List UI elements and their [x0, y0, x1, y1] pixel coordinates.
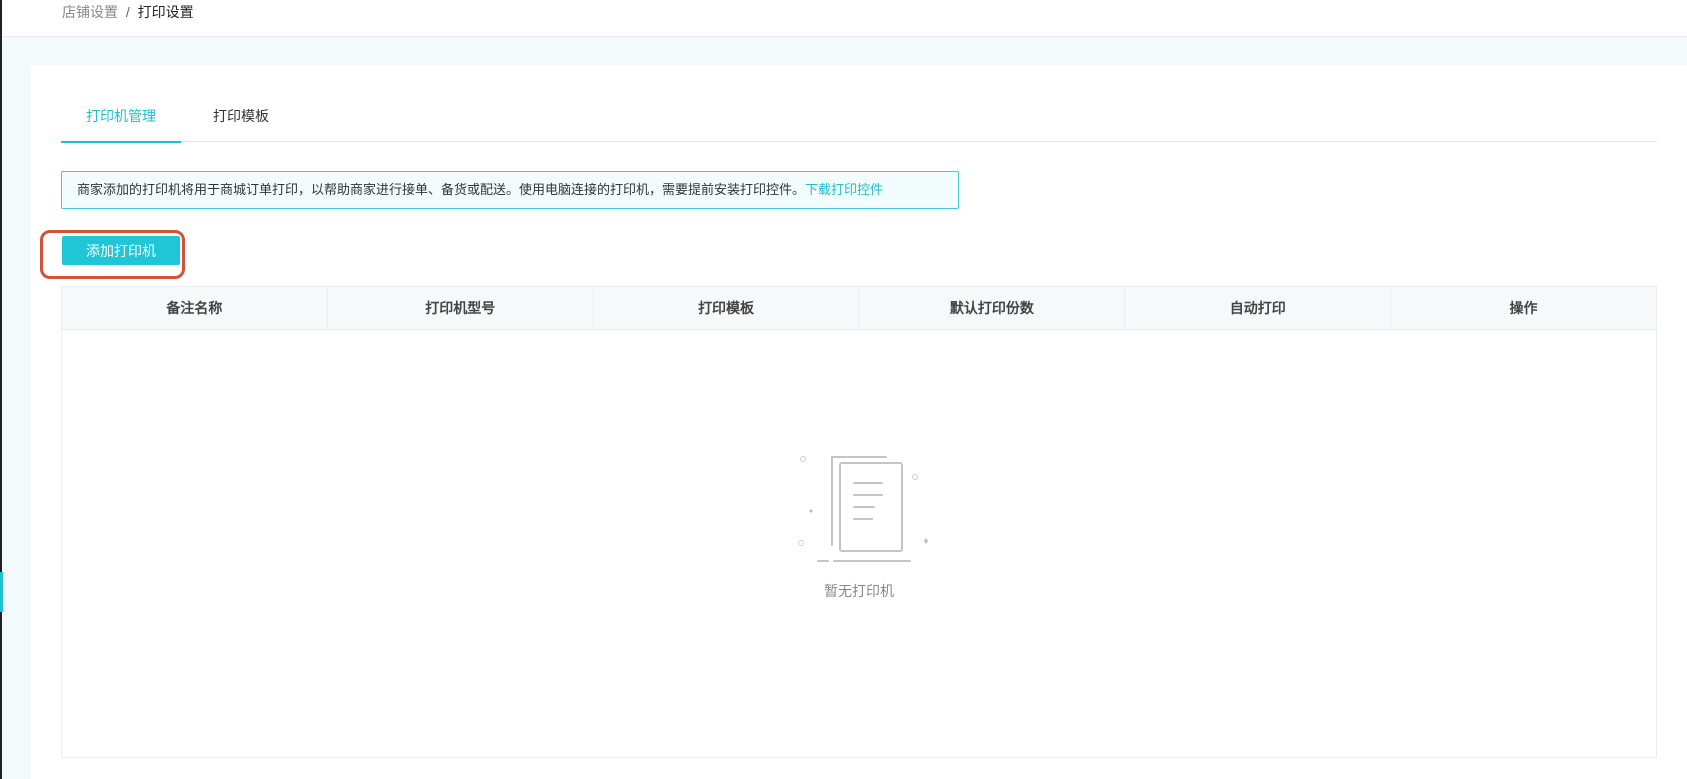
tab-bar: 打印机管理 打印模板 — [61, 105, 1657, 143]
info-notice: 商家添加的打印机将用于商城订单打印，以帮助商家进行接单、备货或配送。使用电脑连接… — [61, 171, 959, 209]
breadcrumb: 店铺设置 / 打印设置 — [62, 3, 194, 21]
column-header-actions: 操作 — [1509, 300, 1538, 316]
breadcrumb-separator: / — [125, 4, 130, 20]
notice-text: 商家添加的打印机将用于商城订单打印，以帮助商家进行接单、备货或配送。使用电脑连接… — [77, 182, 806, 197]
empty-state: 暂无打印机 — [62, 329, 1656, 757]
column-header-remark-name: 备注名称 — [62, 287, 328, 329]
table-header: 备注名称 打印机型号 打印模板 默认打印份数 自动打印 操作 — [62, 287, 1656, 330]
add-printer-button[interactable]: 添加打印机 — [62, 236, 180, 265]
tab-print-template[interactable]: 打印模板 — [191, 105, 291, 141]
window-left-edge — [0, 0, 2, 779]
sidebar-active-indicator — [0, 572, 3, 612]
empty-documents-icon — [798, 456, 928, 562]
column-header-default-copies: 默认打印份数 — [859, 287, 1126, 329]
download-plugin-link[interactable]: 下载打印控件 — [805, 182, 883, 197]
breadcrumb-parent-link[interactable]: 店铺设置 — [62, 4, 118, 20]
column-header-printer-model: 打印机型号 — [328, 287, 594, 329]
breadcrumb-current: 打印设置 — [137, 4, 194, 20]
column-header-print-template: 打印模板 — [594, 287, 860, 329]
content-panel: 打印机管理 打印模板 商家添加的打印机将用于商城订单打印，以帮助商家进行接单、备… — [31, 65, 1687, 779]
printer-table: 备注名称 打印机型号 打印模板 默认打印份数 自动打印 操作 暂无打印机 — [61, 286, 1657, 758]
tab-printer-management[interactable]: 打印机管理 — [61, 105, 181, 143]
column-header-auto-print: 自动打印 — [1125, 287, 1392, 329]
empty-state-text: 暂无打印机 — [824, 583, 894, 599]
breadcrumb-bar: 店铺设置 / 打印设置 — [3, 0, 1687, 37]
